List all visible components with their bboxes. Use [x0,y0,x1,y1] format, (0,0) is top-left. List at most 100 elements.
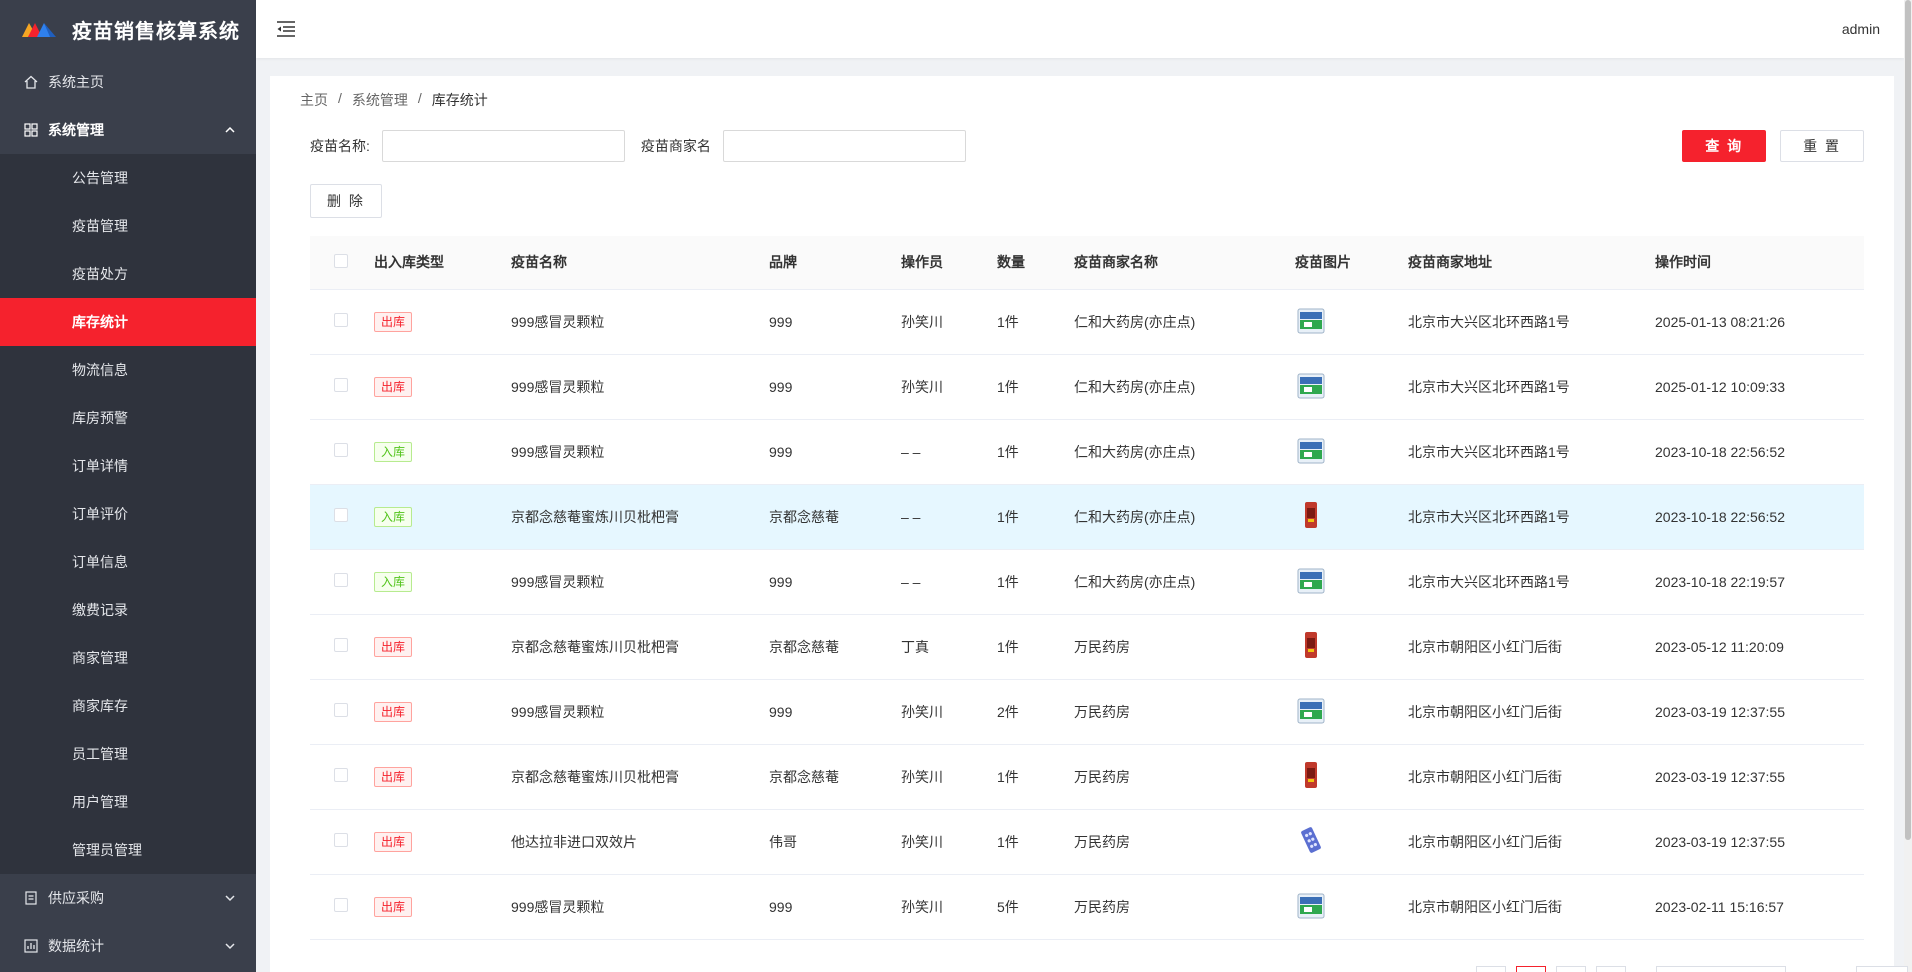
merchant-name-input[interactable] [722,130,966,162]
app-title: 疫苗销售核算系统 [72,20,240,43]
table-row[interactable]: 出库 他达拉非进口双效片 伟哥 孙笑川 1件 万民药房 北京市朝阳区小红门后街 2023-03… [310,809,1864,875]
sidebar-subitem[interactable]: 订单详情 [0,442,256,490]
cell-time: 2023-02-11 15:16:57 [1655,874,1864,940]
reset-button[interactable]: 重 置 [1780,130,1864,162]
vaccine-image-thumbnail[interactable] [1295,564,1327,596]
search-buttons: 查 询 重 置 [1682,130,1864,162]
page-button-active[interactable] [1516,966,1546,972]
next-page-button[interactable] [1596,966,1626,972]
vaccine-image-thumbnail[interactable] [1295,759,1327,791]
vaccine-image-thumbnail[interactable] [1295,824,1327,856]
row-checkbox[interactable] [334,508,348,522]
page-scrollbar[interactable] [1904,0,1912,972]
cell-qty: 1件 [997,484,1074,550]
sidebar-subitem[interactable]: 用户管理 [0,778,256,826]
type-tag: 出库 [374,311,413,332]
sidebar-subitem[interactable]: 库房预警 [0,394,256,442]
row-checkbox[interactable] [334,313,348,327]
vaccine-image-thumbnail[interactable] [1295,629,1327,661]
type-tag: 入库 [374,571,413,592]
breadcrumb-system[interactable]: 系统管理 [352,90,408,110]
sidebar-subitem[interactable]: 订单信息 [0,538,256,586]
page-jump-input[interactable] [1856,966,1908,972]
delete-button[interactable]: 删 除 [310,184,382,218]
table-row[interactable]: 入库 999感冒灵颗粒 999– –1件 仁和大药房(亦庄点) 北京市大兴区北环西路1号… [310,549,1864,615]
col-name: 疫苗名称 [511,236,769,290]
sidebar-item-stats[interactable]: 数据统计 [0,922,256,970]
sidebar-subitem[interactable]: 商家管理 [0,634,256,682]
col-image: 疫苗图片 [1295,236,1408,290]
cell-address: 北京市朝阳区小红门后街 [1408,809,1655,875]
cell-merchant: 仁和大药房(亦庄点) [1074,354,1295,420]
table-header-row: 出入库类型 疫苗名称 品牌 操作员 数量 疫苗商家名称 疫苗图片 疫苗商家地址 … [310,236,1864,290]
vaccine-image-thumbnail[interactable] [1295,499,1327,531]
page-size-select[interactable] [1656,966,1786,972]
row-checkbox[interactable] [334,638,348,652]
sidebar-item-system[interactable]: 系统管理 [0,106,256,154]
sidebar-subitem[interactable]: 商家库存 [0,682,256,730]
cell-brand: 京都念慈菴 [769,484,901,550]
sidebar: 疫苗销售核算系统 系统主页 系统管理 公告管理 疫苗管理 疫苗处方 库存统计 物… [0,0,256,972]
vaccine-image-thumbnail[interactable] [1295,369,1327,401]
query-button[interactable]: 查 询 [1682,130,1767,162]
table-row[interactable]: 出库 999感冒灵颗粒 999 孙笑川 1件 仁和大药房(亦庄点) 北京市大兴区北环西路1号… [310,354,1864,420]
cell-operator: 丁真 [901,614,997,680]
cell-name: 999感冒灵颗粒 [511,549,769,615]
cell-address: 北京市朝阳区小红门后街 [1408,679,1655,745]
row-checkbox[interactable] [334,443,348,457]
prev-page-button[interactable] [1476,966,1506,972]
vaccine-image-thumbnail[interactable] [1295,304,1327,336]
sidebar-subitem[interactable]: 疫苗管理 [0,202,256,250]
row-checkbox[interactable] [334,573,348,587]
row-checkbox[interactable] [334,378,348,392]
page-button[interactable] [1556,966,1586,972]
cell-operator: – – [901,549,997,615]
cell-time: 2025-01-12 10:09:33 [1655,354,1864,420]
row-checkbox[interactable] [334,768,348,782]
cell-operator: 孙笑川 [901,874,997,940]
cell-merchant: 万民药房 [1074,874,1295,940]
user-name[interactable]: admin [1842,21,1880,37]
vaccine-image-thumbnail[interactable] [1295,694,1327,726]
sidebar-subitem[interactable]: 疫苗处方 [0,250,256,298]
cell-qty: 1件 [997,419,1074,485]
breadcrumb-home[interactable]: 主页 [300,90,328,110]
sidebar-subitem[interactable]: 物流信息 [0,346,256,394]
type-tag: 出库 [374,376,413,397]
sidebar-subitem[interactable]: 缴费记录 [0,586,256,634]
vaccine-image-thumbnail[interactable] [1295,434,1327,466]
table-row[interactable]: 出库 京都念慈菴蜜炼川贝枇杷膏 京都念慈菴 孙笑川 1件 万民药房 北京市朝阳区小红门后街 2… [310,744,1864,810]
menu-fold-icon[interactable] [276,20,296,38]
sidebar-subitem-active[interactable]: 库存统计 [0,298,256,346]
sidebar-subitem[interactable]: 员工管理 [0,730,256,778]
sidebar-item-purchase[interactable]: 供应采购 [0,874,256,922]
table-row[interactable]: 出库 999感冒灵颗粒 999 孙笑川 1件 仁和大药房(亦庄点) 北京市大兴区北环西路1号… [310,289,1864,355]
vaccine-image-thumbnail[interactable] [1295,889,1327,921]
type-tag: 入库 [374,506,413,527]
sidebar-subitem[interactable]: 管理员管理 [0,826,256,874]
table-row[interactable]: 出库 999感冒灵颗粒 999 孙笑川 5件 万民药房 北京市朝阳区小红门后街 2023-02… [310,874,1864,940]
cell-qty: 2件 [997,679,1074,745]
sidebar-subitem[interactable]: 订单评价 [0,490,256,538]
cell-brand: 999 [769,679,901,745]
submenu-system: 公告管理 疫苗管理 疫苗处方 库存统计 物流信息 库房预警 订单详情 订单评价 … [0,154,256,874]
table-row[interactable]: 入库 京都念慈菴蜜炼川贝枇杷膏 京都念慈菴 – –1件 仁和大药房(亦庄点) 北京市大兴区… [310,484,1864,550]
select-all-checkbox[interactable] [334,253,348,268]
vaccine-name-input[interactable] [381,130,625,162]
type-tag: 出库 [374,831,413,852]
cell-merchant: 仁和大药房(亦庄点) [1074,419,1295,485]
table-row[interactable]: 入库 999感冒灵颗粒 999– –1件 仁和大药房(亦庄点) 北京市大兴区北环西路1号… [310,419,1864,485]
cell-name: 京都念慈菴蜜炼川贝枇杷膏 [511,614,769,680]
cell-brand: 伟哥 [769,809,901,875]
row-checkbox[interactable] [334,703,348,717]
cell-merchant: 万民药房 [1074,744,1295,810]
cell-time: 2023-10-18 22:19:57 [1655,549,1864,615]
sidebar-subitem[interactable]: 公告管理 [0,154,256,202]
cell-operator: – – [901,419,997,485]
pagination [1476,966,1908,972]
table-row[interactable]: 出库 京都念慈菴蜜炼川贝枇杷膏 京都念慈菴 丁真 1件 万民药房 北京市朝阳区小红门后街 20… [310,614,1864,680]
row-checkbox[interactable] [334,833,348,847]
sidebar-item-home[interactable]: 系统主页 [0,58,256,106]
table-row[interactable]: 出库 999感冒灵颗粒 999 孙笑川 2件 万民药房 北京市朝阳区小红门后街 2023-03… [310,679,1864,745]
row-checkbox[interactable] [334,898,348,912]
